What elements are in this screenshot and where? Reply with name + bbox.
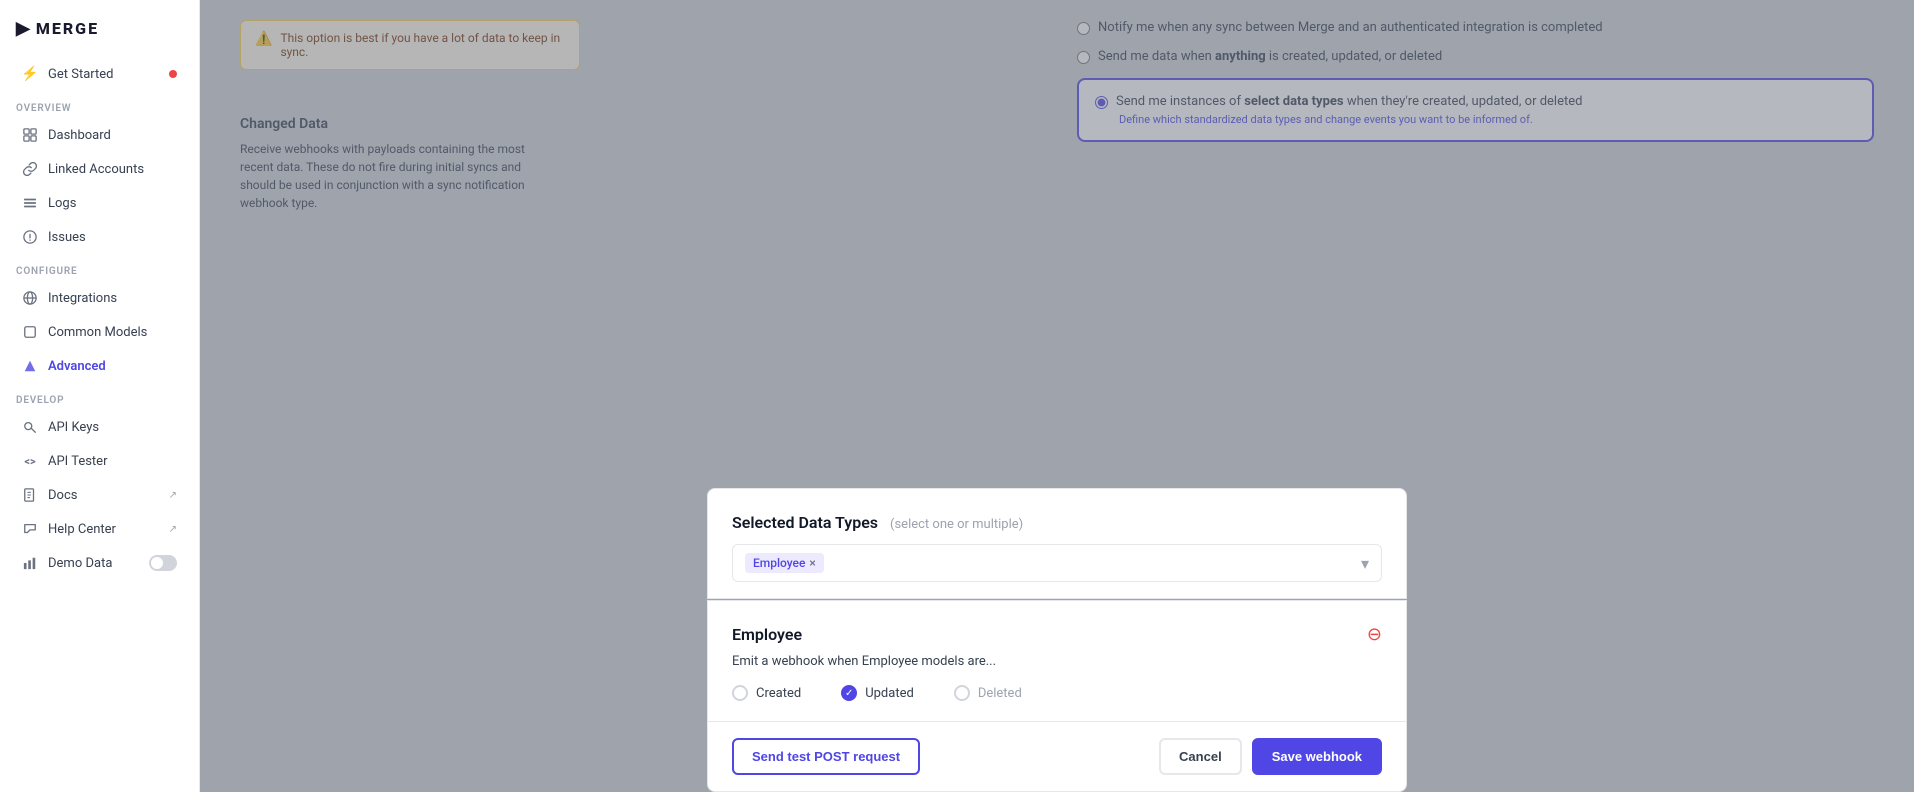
sidebar-item-label: Advanced bbox=[48, 359, 106, 374]
docs-icon bbox=[22, 487, 38, 503]
globe-icon bbox=[22, 290, 38, 306]
logo-text: MERGE bbox=[36, 19, 99, 38]
main-content: ⚠️ This option is best if you have a lot… bbox=[200, 0, 1914, 792]
sidebar-item-label: Linked Accounts bbox=[48, 162, 144, 177]
lightning-icon: ⚡ bbox=[22, 66, 38, 82]
sidebar-item-common-models[interactable]: Common Models bbox=[6, 316, 193, 348]
logs-icon bbox=[22, 195, 38, 211]
tag-label: Employee bbox=[753, 556, 805, 570]
select-hint: (select one or multiple) bbox=[890, 517, 1023, 532]
sidebar-item-label: Demo Data bbox=[48, 556, 112, 571]
deleted-label: Deleted bbox=[978, 686, 1022, 701]
panel-employee: Employee ⊖ Emit a webhook when Employee … bbox=[707, 600, 1407, 722]
sidebar: ▶ MERGE ⚡ Get Started Overview Dashboard… bbox=[0, 0, 200, 792]
employee-tag[interactable]: Employee × bbox=[745, 553, 824, 573]
created-label: Created bbox=[756, 686, 801, 701]
employee-section-title: Employee bbox=[732, 625, 802, 644]
common-models-icon bbox=[22, 324, 38, 340]
sidebar-item-api-keys[interactable]: API Keys bbox=[6, 411, 193, 443]
sidebar-item-label: Logs bbox=[48, 196, 76, 211]
link-icon bbox=[22, 161, 38, 177]
key-icon bbox=[22, 419, 38, 435]
external-link-icon: ↗ bbox=[169, 524, 177, 535]
sidebar-item-docs[interactable]: Docs ↗ bbox=[6, 479, 193, 511]
sidebar-item-linked-accounts[interactable]: Linked Accounts bbox=[6, 153, 193, 185]
develop-section-label: Develop bbox=[0, 383, 199, 410]
modal-overlay: Selected Data Types (select one or multi… bbox=[200, 0, 1914, 792]
sidebar-item-issues[interactable]: Issues bbox=[6, 221, 193, 253]
selected-types-title: Selected Data Types bbox=[732, 513, 878, 532]
send-test-button[interactable]: Send test POST request bbox=[732, 738, 920, 775]
logo: ▶ MERGE bbox=[0, 0, 199, 57]
tag-remove-icon[interactable]: × bbox=[809, 556, 815, 570]
created-checkbox-option[interactable]: Created bbox=[732, 685, 801, 701]
sidebar-item-label: Help Center bbox=[48, 522, 116, 537]
modal-stack: Selected Data Types (select one or multi… bbox=[707, 488, 1407, 792]
notification-badge bbox=[169, 70, 177, 78]
sidebar-item-integrations[interactable]: Integrations bbox=[6, 282, 193, 314]
checkbox-row: Created Updated Deleted bbox=[732, 685, 1382, 701]
tags-row[interactable]: Employee × ▾ bbox=[732, 544, 1382, 582]
api-tester-icon: <> bbox=[22, 453, 38, 469]
sidebar-item-label: Dashboard bbox=[48, 128, 111, 143]
panel-selected-types: Selected Data Types (select one or multi… bbox=[707, 488, 1407, 599]
footer-right-buttons: Cancel Save webhook bbox=[1159, 738, 1382, 775]
advanced-icon bbox=[22, 358, 38, 374]
created-checkbox[interactable] bbox=[732, 685, 748, 701]
external-link-icon: ↗ bbox=[169, 490, 177, 501]
sidebar-item-help-center[interactable]: Help Center ↗ bbox=[6, 513, 193, 545]
overview-section-label: Overview bbox=[0, 91, 199, 118]
sidebar-item-dashboard[interactable]: Dashboard bbox=[6, 119, 193, 151]
demo-data-toggle[interactable] bbox=[149, 555, 177, 571]
updated-checkbox-option[interactable]: Updated bbox=[841, 685, 914, 701]
sidebar-item-label: API Keys bbox=[48, 420, 99, 435]
sidebar-item-label: Integrations bbox=[48, 291, 117, 306]
sidebar-item-label: Docs bbox=[48, 488, 77, 503]
sidebar-item-label: Get Started bbox=[48, 67, 113, 82]
demo-data-icon bbox=[22, 555, 38, 571]
sidebar-item-api-tester[interactable]: <> API Tester bbox=[6, 445, 193, 477]
issues-icon bbox=[22, 229, 38, 245]
sidebar-item-label: Issues bbox=[48, 230, 86, 245]
dashboard-icon bbox=[22, 127, 38, 143]
save-webhook-button[interactable]: Save webhook bbox=[1252, 738, 1382, 775]
deleted-checkbox[interactable] bbox=[954, 685, 970, 701]
sidebar-item-get-started[interactable]: ⚡ Get Started bbox=[6, 58, 193, 90]
employee-description: Emit a webhook when Employee models are.… bbox=[732, 654, 1382, 669]
sidebar-item-demo-data[interactable]: Demo Data bbox=[6, 547, 193, 579]
sidebar-item-advanced[interactable]: Advanced bbox=[6, 350, 193, 382]
sidebar-item-logs[interactable]: Logs bbox=[6, 187, 193, 219]
sidebar-item-label: API Tester bbox=[48, 454, 107, 469]
panel-footer: Send test POST request Cancel Save webho… bbox=[707, 722, 1407, 792]
deleted-checkbox-option[interactable]: Deleted bbox=[954, 685, 1022, 701]
logo-icon: ▶ bbox=[16, 18, 30, 39]
cancel-button[interactable]: Cancel bbox=[1159, 738, 1242, 775]
updated-checkbox[interactable] bbox=[841, 685, 857, 701]
remove-employee-button[interactable]: ⊖ bbox=[1367, 626, 1382, 644]
configure-section-label: Configure bbox=[0, 254, 199, 281]
sidebar-item-label: Common Models bbox=[48, 325, 147, 340]
help-center-icon bbox=[22, 521, 38, 537]
updated-label: Updated bbox=[865, 686, 914, 701]
chevron-down-icon: ▾ bbox=[1361, 554, 1369, 573]
